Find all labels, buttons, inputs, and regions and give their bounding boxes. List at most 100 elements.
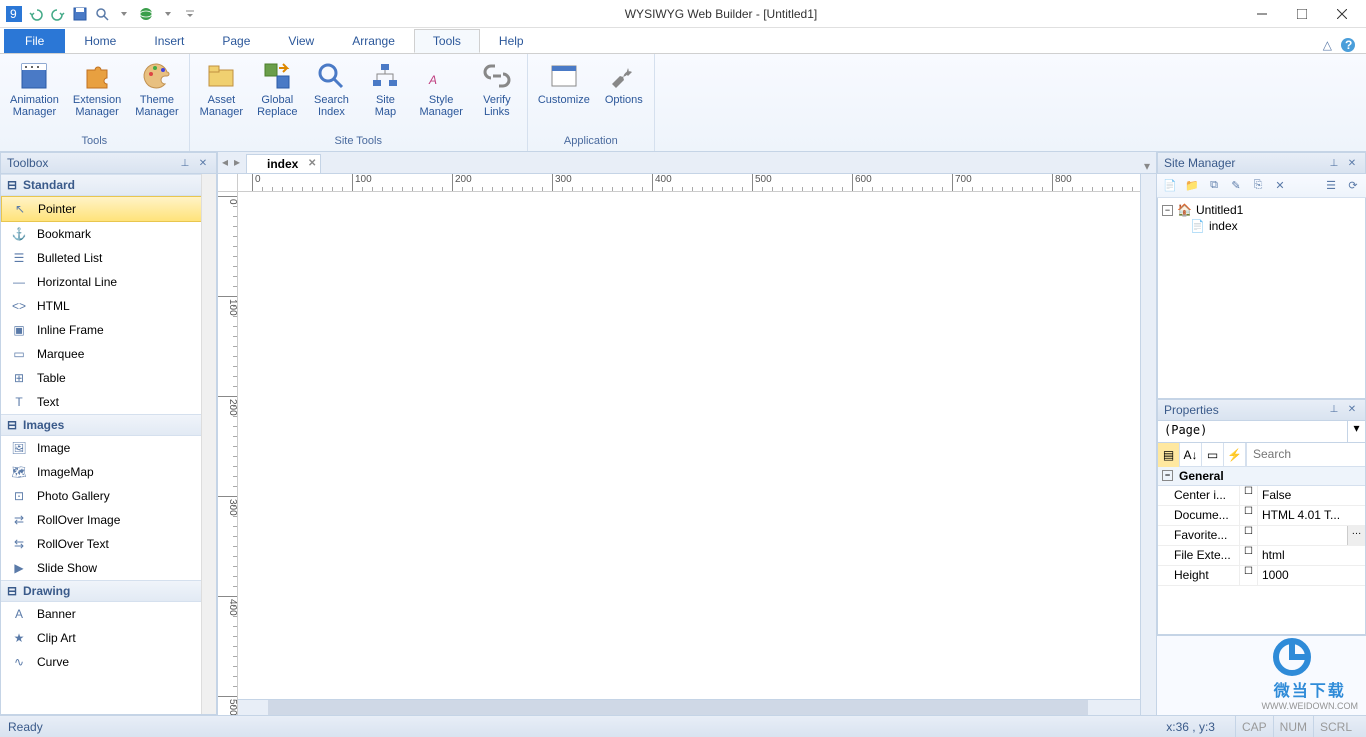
refresh-icon[interactable]: ⟳: [1344, 177, 1362, 195]
property-search-input[interactable]: [1247, 443, 1366, 466]
document-tab-close-icon[interactable]: ✕: [308, 158, 316, 169]
global-replace-button[interactable]: GlobalReplace: [253, 56, 301, 133]
toolbox-item[interactable]: TText: [1, 390, 216, 414]
property-checkbox[interactable]: ☐: [1240, 486, 1258, 505]
undo-button[interactable]: [26, 4, 46, 24]
close-icon[interactable]: ✕: [1345, 156, 1359, 170]
toolbox-item[interactable]: ▶Slide Show: [1, 556, 216, 580]
tab-help[interactable]: Help: [480, 29, 543, 53]
app-icon[interactable]: 9: [4, 4, 24, 24]
design-canvas[interactable]: [238, 192, 1140, 699]
pages-icon[interactable]: ▭: [1202, 443, 1224, 467]
qat-customize-icon[interactable]: [180, 4, 200, 24]
edit-icon[interactable]: ✎: [1227, 177, 1245, 195]
tab-nav-left-icon[interactable]: ◂: [222, 155, 228, 169]
toolbox-category[interactable]: ⊟Images: [1, 414, 216, 436]
collapse-icon[interactable]: ⊟: [7, 178, 17, 192]
tab-list-icon[interactable]: ▾: [1138, 159, 1156, 173]
property-checkbox[interactable]: ☐: [1240, 526, 1258, 545]
toolbox-item[interactable]: 🖼Image: [1, 436, 216, 460]
property-value[interactable]: [1258, 526, 1347, 545]
tab-view[interactable]: View: [269, 29, 333, 53]
toolbox-item[interactable]: ∿Curve: [1, 650, 216, 674]
preview-button[interactable]: [92, 4, 112, 24]
property-row[interactable]: Height☐1000: [1158, 566, 1365, 586]
tab-insert[interactable]: Insert: [135, 29, 203, 53]
preview-drop-icon[interactable]: [114, 4, 134, 24]
events-icon[interactable]: ⚡: [1224, 443, 1246, 467]
style-manager-button[interactable]: AStyleManager: [415, 56, 466, 133]
property-checkbox[interactable]: ☐: [1240, 566, 1258, 585]
options-button[interactable]: Options: [600, 56, 648, 133]
property-row[interactable]: File Exte...☐html: [1158, 546, 1365, 566]
close-button[interactable]: [1322, 0, 1362, 28]
toolbox-item[interactable]: ★Clip Art: [1, 626, 216, 650]
animation-manager-button[interactable]: AnimationManager: [6, 56, 63, 133]
pin-icon[interactable]: ⊥: [178, 156, 192, 170]
properties-icon[interactable]: ☰: [1322, 177, 1340, 195]
theme-manager-button[interactable]: ThemeManager: [131, 56, 182, 133]
toolbox-item[interactable]: ↖Pointer: [1, 196, 216, 222]
toolbox-item[interactable]: ⊞Table: [1, 366, 216, 390]
vertical-scrollbar[interactable]: [1140, 174, 1156, 715]
copy-icon[interactable]: ⎘: [1249, 177, 1267, 195]
verify-links-button[interactable]: VerifyLinks: [473, 56, 521, 133]
redo-button[interactable]: [48, 4, 68, 24]
property-object-selector[interactable]: (Page) ▾: [1157, 421, 1366, 443]
property-value[interactable]: 1000: [1258, 566, 1365, 585]
property-value[interactable]: html: [1258, 546, 1365, 565]
toolbox-item[interactable]: <>HTML: [1, 294, 216, 318]
publish-button[interactable]: [136, 4, 156, 24]
property-category[interactable]: − General: [1158, 467, 1365, 486]
toolbox-item[interactable]: ⇆RollOver Text: [1, 532, 216, 556]
maximize-button[interactable]: [1282, 0, 1322, 28]
ribbon-collapse-icon[interactable]: △: [1323, 38, 1332, 52]
pin-icon[interactable]: ⊥: [1327, 403, 1341, 417]
toolbox-item[interactable]: ⇄RollOver Image: [1, 508, 216, 532]
toolbox-item[interactable]: —Horizontal Line: [1, 270, 216, 294]
search-index-button[interactable]: SearchIndex: [307, 56, 355, 133]
alphabetical-icon[interactable]: A↓: [1180, 443, 1202, 467]
tab-arrange[interactable]: Arrange: [333, 29, 414, 53]
tab-home[interactable]: Home: [65, 29, 135, 53]
customize-button[interactable]: Customize: [534, 56, 594, 133]
tree-page[interactable]: 📄 index: [1190, 218, 1361, 234]
toolbox-item[interactable]: 🗺ImageMap: [1, 460, 216, 484]
extension-manager-button[interactable]: ExtensionManager: [69, 56, 125, 133]
collapse-icon[interactable]: −: [1162, 470, 1173, 481]
toolbox-category[interactable]: ⊟Standard: [1, 174, 216, 196]
toolbox-item[interactable]: ⊡Photo Gallery: [1, 484, 216, 508]
save-button[interactable]: [70, 4, 90, 24]
collapse-icon[interactable]: ⊟: [7, 584, 17, 598]
document-tab-index[interactable]: index ✕: [246, 154, 321, 173]
minimize-button[interactable]: [1242, 0, 1282, 28]
property-checkbox[interactable]: ☐: [1240, 506, 1258, 525]
collapse-icon[interactable]: ⊟: [7, 418, 17, 432]
chevron-down-icon[interactable]: ▾: [1347, 421, 1365, 442]
toolbox-scrollbar[interactable]: [201, 174, 216, 714]
ellipsis-button[interactable]: …: [1347, 526, 1365, 545]
toolbox-item[interactable]: ▣Inline Frame: [1, 318, 216, 342]
property-row[interactable]: Docume...☐HTML 4.01 T...: [1158, 506, 1365, 526]
new-folder-icon[interactable]: 📁: [1183, 177, 1201, 195]
property-value[interactable]: False: [1258, 486, 1365, 505]
collapse-icon[interactable]: −: [1162, 205, 1173, 216]
property-row[interactable]: Center i...☐False: [1158, 486, 1365, 506]
toolbox-item[interactable]: ABanner: [1, 602, 216, 626]
toolbox-item[interactable]: ⚓Bookmark: [1, 222, 216, 246]
new-page-icon[interactable]: 📄: [1161, 177, 1179, 195]
clone-icon[interactable]: ⧉: [1205, 177, 1223, 195]
publish-drop-icon[interactable]: [158, 4, 178, 24]
property-checkbox[interactable]: ☐: [1240, 546, 1258, 565]
site-map-button[interactable]: SiteMap: [361, 56, 409, 133]
toolbox-category[interactable]: ⊟Drawing: [1, 580, 216, 602]
delete-icon[interactable]: ✕: [1271, 177, 1289, 195]
categorized-icon[interactable]: ▤: [1158, 443, 1180, 467]
property-value[interactable]: HTML 4.01 T...: [1258, 506, 1365, 525]
tab-nav-right-icon[interactable]: ▸: [234, 155, 240, 169]
tab-page[interactable]: Page: [203, 29, 269, 53]
horizontal-scrollbar[interactable]: [238, 699, 1140, 715]
tab-tools[interactable]: Tools: [414, 29, 480, 53]
pin-icon[interactable]: ⊥: [1327, 156, 1341, 170]
close-icon[interactable]: ✕: [1345, 403, 1359, 417]
